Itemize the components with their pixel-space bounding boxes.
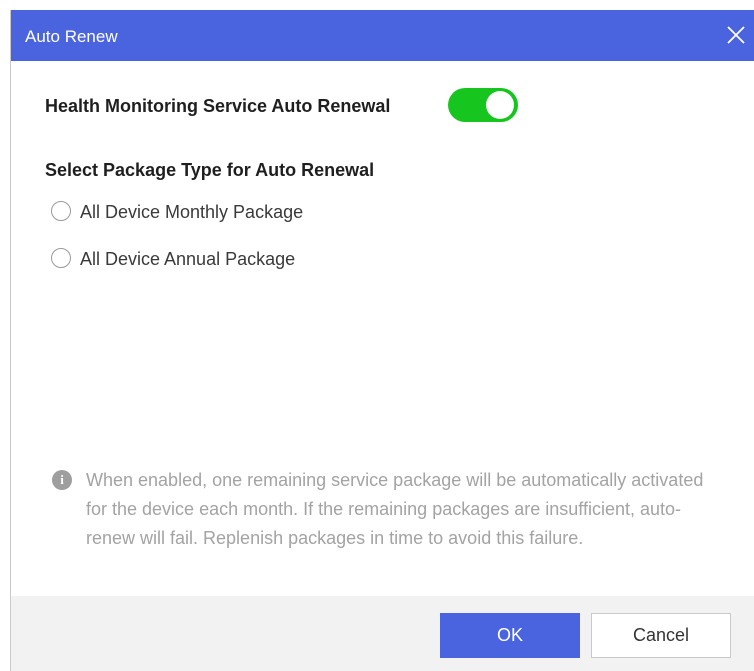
auto-renewal-toggle[interactable] [448,88,518,122]
dialog-title: Auto Renew [25,27,118,46]
close-icon [727,26,745,44]
radio-label: All Device Annual Package [80,249,296,269]
close-button[interactable] [721,20,751,50]
dialog-footer: OK Cancel [11,596,754,671]
radio-label: All Device Monthly Package [80,202,304,222]
dialog-title-bar: Auto Renew [11,10,754,61]
cancel-button[interactable]: Cancel [591,613,731,658]
info-text: When enabled, one remaining service pack… [86,470,704,548]
info-icon: i [52,470,72,490]
auto-renewal-label: Health Monitoring Service Auto Renewal [45,96,391,116]
toggle-knob [486,91,514,119]
ok-button[interactable]: OK [440,613,580,658]
auto-renew-dialog: Auto Renew Health Monitoring Service Aut… [10,10,754,671]
radio-button[interactable] [51,201,71,221]
package-type-heading: Select Package Type for Auto Renewal [45,160,375,180]
radio-button[interactable] [51,248,71,268]
